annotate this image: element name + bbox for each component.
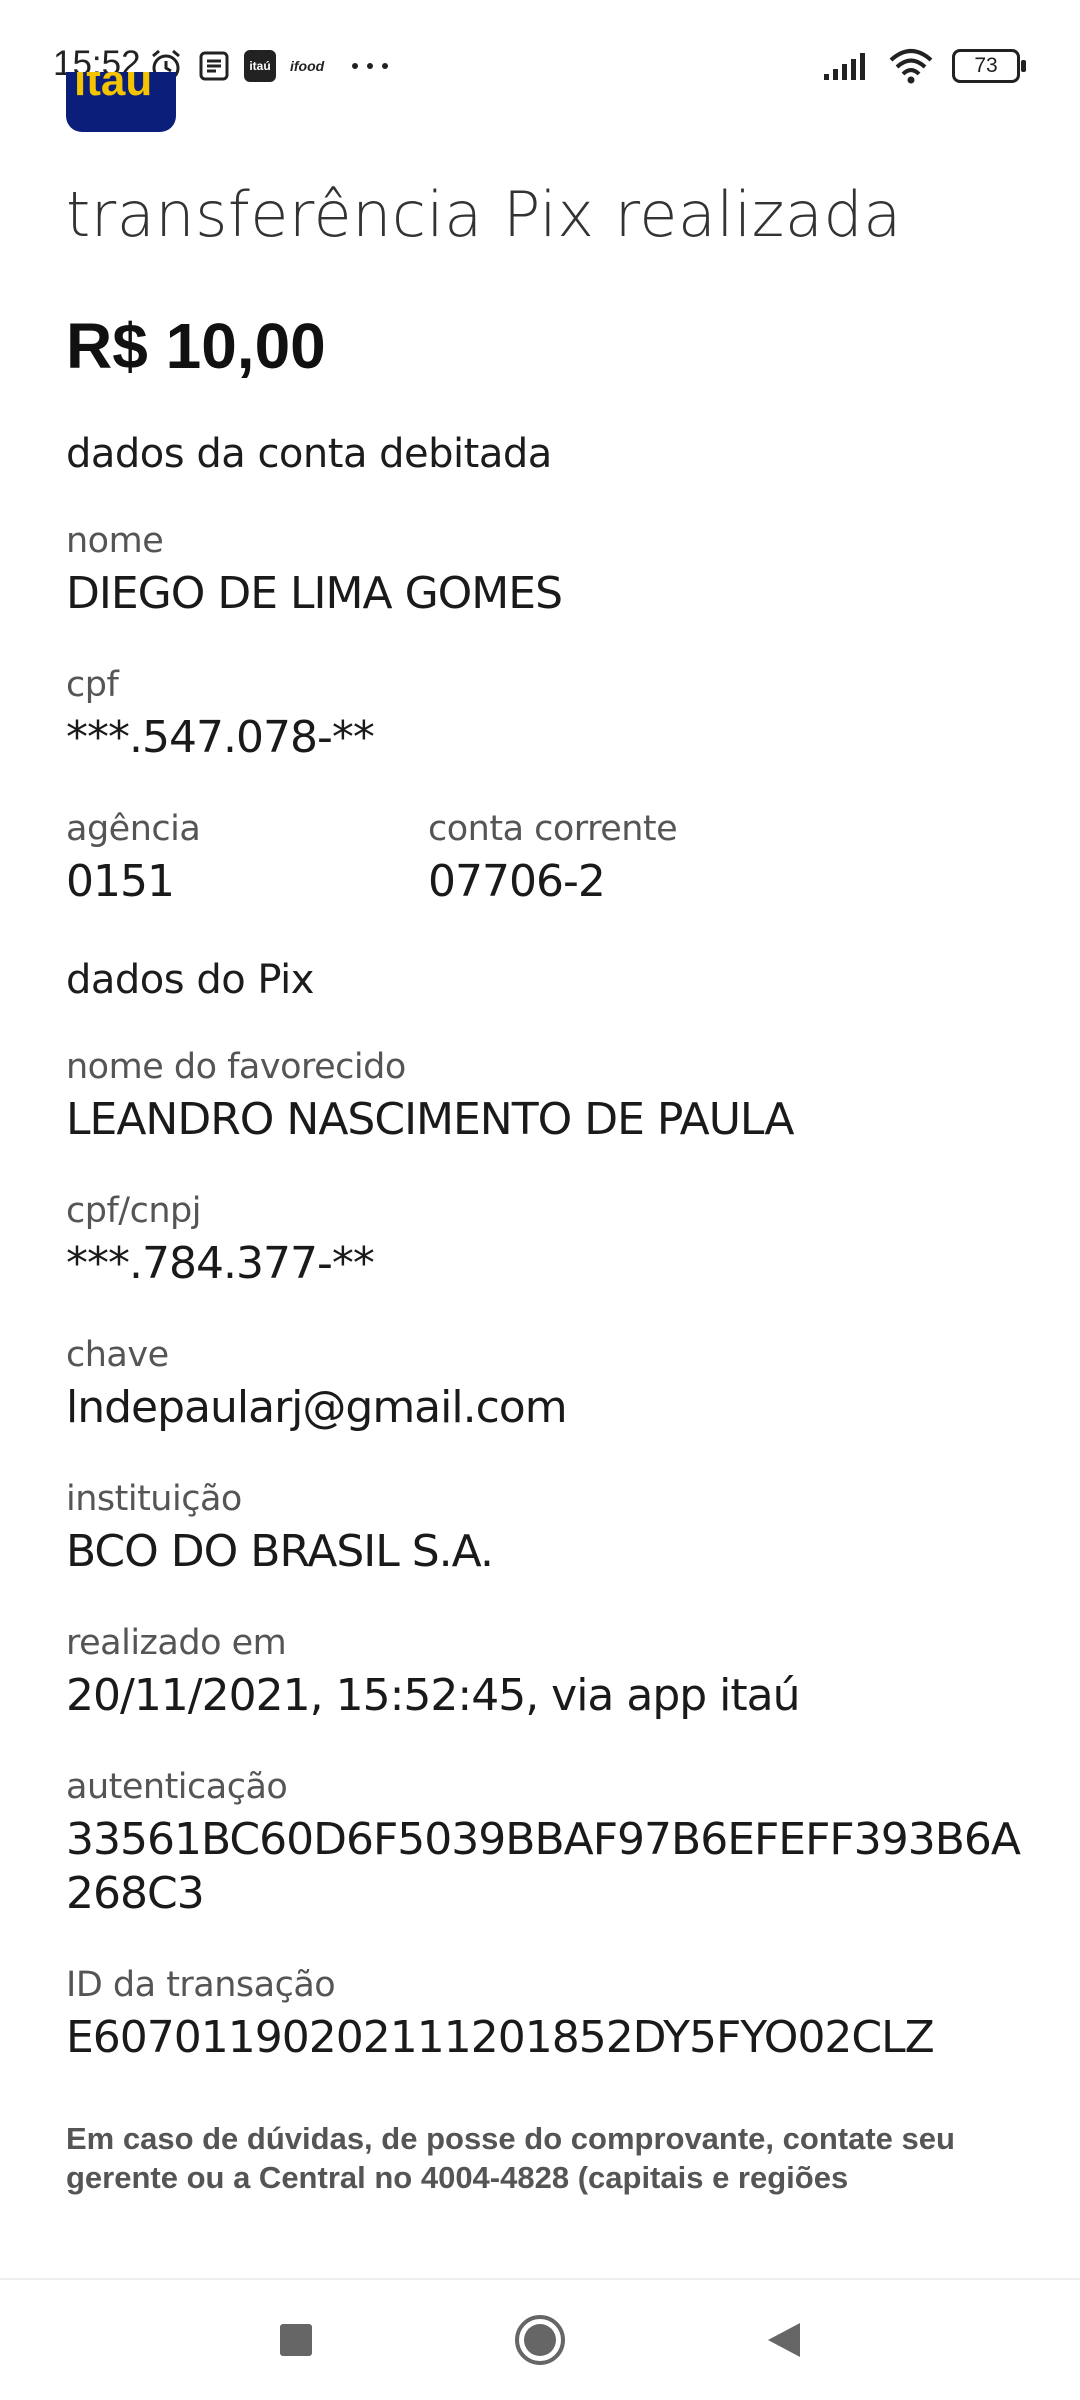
payee-document-label: cpf/cnpj — [66, 1191, 201, 1231]
itau-notification-label: itaú — [249, 59, 271, 73]
payer-name-value: DIEGO DE LIMA GOMES — [66, 568, 563, 619]
more-icon — [352, 63, 389, 69]
transaction-id-label: ID da transação — [66, 1965, 336, 2005]
itau-logo: itaú — [66, 72, 176, 132]
recents-button[interactable] — [266, 2310, 326, 2370]
back-button[interactable] — [754, 2310, 814, 2370]
transaction-id-field: ID da transação E60701190202111201852DY5… — [66, 1965, 1026, 2065]
pix-section-title: dados do Pix — [66, 957, 314, 1003]
payer-name-label: nome — [66, 521, 164, 561]
account-row: agência 0151 conta corrente 07706-2 — [66, 765, 1026, 909]
authentication-value: 33561BC60D6F5039BBAF97B6EFEFF393B6A268C3 — [66, 1814, 1021, 1919]
payer-cpf-label: cpf — [66, 665, 119, 705]
ifood-notification-label: ifood — [290, 58, 325, 74]
institution-field: instituição BCO DO BRASIL S.A. — [66, 1479, 1026, 1579]
battery-level: 73 — [974, 54, 998, 77]
pix-key-field: chave lndepaularj@gmail.com — [66, 1335, 1026, 1435]
news-icon — [199, 51, 229, 81]
back-icon — [768, 2323, 800, 2357]
ifood-notification-icon: ifood — [290, 58, 324, 74]
institution-label: instituição — [66, 1479, 242, 1519]
pix-key-value: lndepaularj@gmail.com — [66, 1382, 568, 1433]
agency-value: 0151 — [66, 856, 175, 907]
payer-cpf-field: cpf ***.547.078-** — [66, 665, 1026, 765]
transfer-amount: R$ 10,00 — [66, 310, 326, 382]
date-field: realizado em 20/11/2021, 15:52:45, via a… — [66, 1623, 1026, 1723]
wifi-icon — [889, 49, 933, 84]
home-icon — [515, 2315, 565, 2365]
recents-icon — [280, 2324, 312, 2356]
agency-field: agência 0151 — [66, 809, 428, 909]
help-notice: Em caso de dúvidas, de posse do comprova… — [66, 2121, 955, 2201]
payee-name-value: LEANDRO NASCIMENTO DE PAULA — [66, 1094, 795, 1145]
pix-key-label: chave — [66, 1335, 169, 1375]
payer-name-field: nome DIEGO DE LIMA GOMES — [66, 521, 1026, 621]
checking-account-value: 07706-2 — [428, 856, 606, 907]
receipt: transferência Pix realizada R$ 10,00 dad… — [66, 160, 1026, 2201]
authentication-label: autenticação — [66, 1767, 288, 1807]
home-button[interactable] — [510, 2310, 570, 2370]
receipt-title: transferência Pix realizada — [66, 178, 902, 251]
itau-logo-text: itaú — [74, 72, 153, 105]
notification-icons: itaú ifood — [148, 46, 390, 86]
date-label: realizado em — [66, 1623, 287, 1663]
debited-account-section-title: dados da conta debitada — [66, 431, 552, 477]
checking-account-label: conta corrente — [428, 809, 678, 849]
payee-document-field: cpf/cnpj ***.784.377-** — [66, 1191, 1026, 1291]
payee-document-value: ***.784.377-** — [66, 1238, 375, 1289]
itau-notification-icon: itaú — [244, 50, 276, 82]
battery-icon: 73 — [952, 49, 1026, 83]
payee-name-field: nome do favorecido LEANDRO NASCIMENTO DE… — [66, 1047, 1026, 1147]
payee-name-label: nome do favorecido — [66, 1047, 406, 1087]
authentication-field: autenticação 33561BC60D6F5039BBAF97B6EFE… — [66, 1767, 1026, 1921]
institution-value: BCO DO BRASIL S.A. — [66, 1526, 494, 1577]
agency-label: agência — [66, 809, 201, 849]
date-value: 20/11/2021, 15:52:45, via app itaú — [66, 1670, 801, 1721]
system-icons: 73 — [822, 48, 1026, 84]
checking-account-field: conta corrente 07706-2 — [428, 809, 790, 909]
signal-icon — [824, 53, 865, 80]
navigation-bar — [0, 2278, 1080, 2400]
transaction-id-value: E60701190202111201852DY5FYO02CLZ — [66, 2012, 935, 2063]
payer-cpf-value: ***.547.078-** — [66, 712, 375, 763]
